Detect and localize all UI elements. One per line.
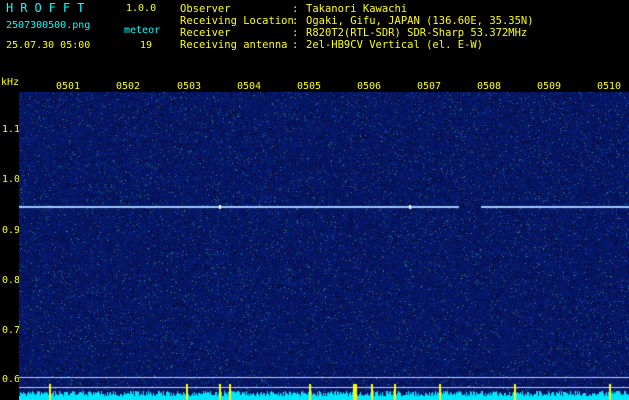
- x-tick-label: 0501: [56, 81, 81, 92]
- location-label: Receiving Location: [180, 15, 294, 27]
- meteor-count: 19: [140, 40, 153, 51]
- x-tick-label: 0503: [177, 81, 202, 92]
- y-tick-label: 0.8: [2, 275, 21, 286]
- file-name: 2507300500.png: [6, 20, 91, 31]
- observer-label: Observer: [180, 3, 231, 15]
- y-tick-label: 0.9: [2, 225, 21, 236]
- location-colon: :: [292, 15, 299, 27]
- spectrogram-plot: [19, 92, 629, 400]
- antenna-value: 2el-HB9CV Vertical (el. E-W): [306, 39, 484, 51]
- y-tick-label: 1.1: [2, 124, 21, 135]
- receiver-colon: :: [292, 27, 299, 39]
- receiver-label: Receiver: [180, 27, 231, 39]
- receiver-value: R820T2(RTL-SDR) SDR-Sharp 53.372MHz: [306, 27, 528, 39]
- app-title: HROFFT: [6, 1, 92, 15]
- y-tick-label: 0.6: [2, 374, 21, 385]
- x-tick-label: 0504: [237, 81, 262, 92]
- location-value: Ogaki, Gifu, JAPAN (136.60E, 35.35N): [306, 15, 534, 27]
- antenna-label: Receiving antenna: [180, 39, 288, 51]
- hrofft-window: HROFFT 1.0.0 2507300500.png meteor 25.07…: [0, 0, 629, 400]
- y-axis-unit: kHz: [1, 77, 20, 88]
- observer-value: Takanori Kawachi: [306, 3, 408, 15]
- capture-datetime: 25.07.30 05:00: [6, 40, 91, 51]
- x-tick-label: 0510: [597, 81, 622, 92]
- x-tick-label: 0509: [537, 81, 562, 92]
- spectrogram-canvas: [19, 92, 629, 400]
- x-tick-label: 0507: [417, 81, 442, 92]
- x-tick-label: 0505: [297, 81, 322, 92]
- x-tick-label: 0502: [116, 81, 141, 92]
- x-tick-label: 0508: [477, 81, 502, 92]
- antenna-colon: :: [292, 39, 299, 51]
- observer-colon: :: [292, 3, 299, 15]
- y-tick-label: 0.7: [2, 325, 21, 336]
- x-tick-label: 0506: [357, 81, 382, 92]
- app-version: 1.0.0: [126, 3, 157, 14]
- meteor-label: meteor: [124, 25, 161, 36]
- y-tick-label: 1.0: [2, 174, 21, 185]
